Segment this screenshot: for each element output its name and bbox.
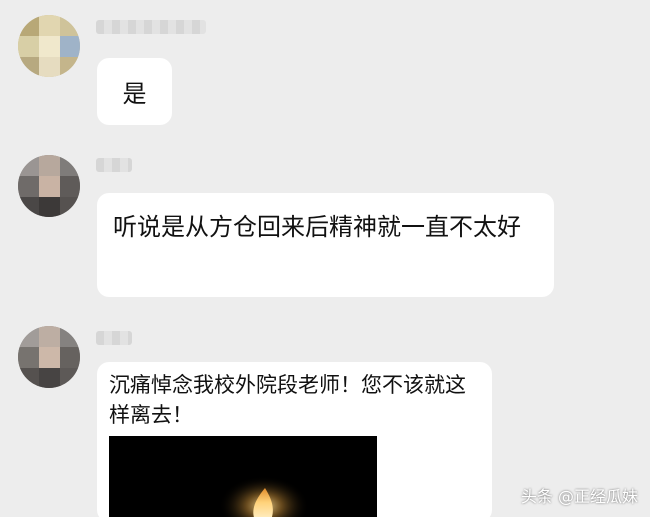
watermark: 头条 @正经瓜妹 [520, 487, 638, 506]
message-bubble[interactable]: 沉痛悼念我校外院段老师！您不该就这样离去！ [97, 362, 492, 517]
blurred-photo-avatar-icon [18, 155, 80, 217]
sender-avatar[interactable] [18, 15, 80, 77]
message-bubble[interactable]: 听说是从方仓回来后精神就一直不太好 [97, 193, 554, 297]
candle-video-thumbnail[interactable] [109, 436, 377, 517]
message-bubble[interactable]: 是 [97, 58, 172, 125]
blurred-cartoon-avatar-icon [18, 15, 80, 77]
message-text: 听说是从方仓回来后精神就一直不太好 [113, 213, 521, 241]
blurred-photo-avatar-icon [18, 326, 80, 388]
sender-name [96, 20, 206, 34]
sender-name [96, 331, 132, 345]
message-text: 是 [122, 80, 147, 108]
message-text: 沉痛悼念我校外院段老师！您不该就这样离去！ [109, 373, 466, 427]
sender-avatar[interactable] [18, 326, 80, 388]
candle-flame-icon [109, 436, 377, 517]
sender-name [96, 158, 132, 172]
chat-window: 是 听说是从方仓回来后精神就一直不太好 沉痛悼念我校外院段老师！您不该就这样离去… [0, 0, 650, 517]
sender-avatar[interactable] [18, 155, 80, 217]
